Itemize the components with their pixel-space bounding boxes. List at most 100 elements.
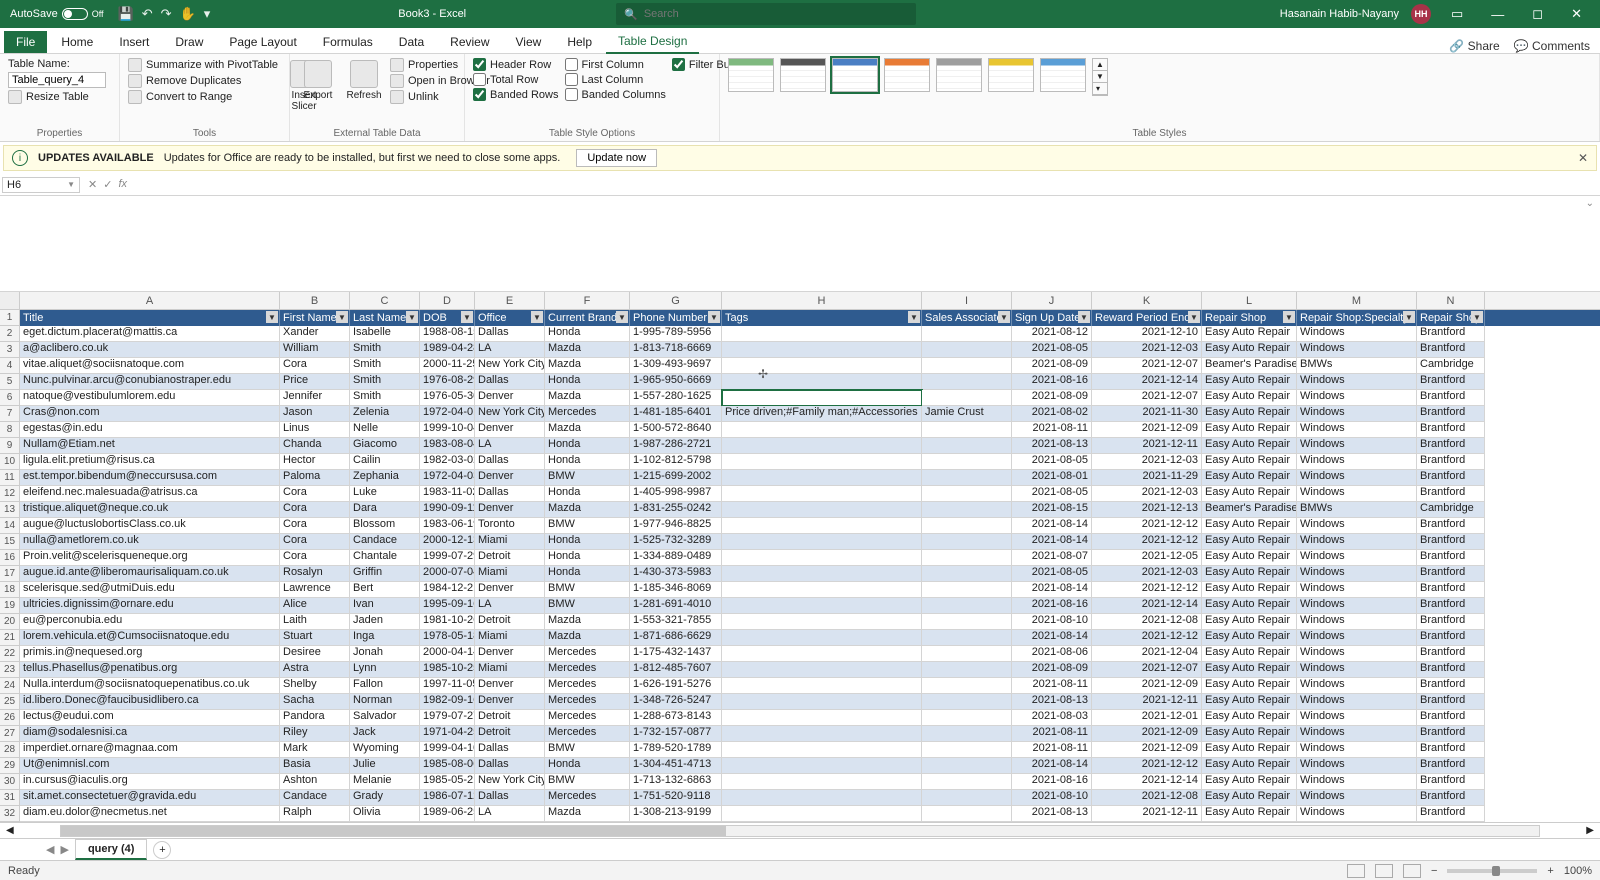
cell[interactable]: 1972-04-01 [420, 406, 475, 422]
cell[interactable]: Denver [475, 470, 545, 486]
cell[interactable]: Windows [1297, 662, 1417, 678]
user-avatar[interactable]: HH [1411, 4, 1431, 24]
cell[interactable]: 1-987-286-2721 [630, 438, 722, 454]
cell[interactable]: Giacomo [350, 438, 420, 454]
cell[interactable]: 2021-08-09 [1012, 662, 1092, 678]
cell[interactable]: ligula.elit.pretium@risus.ca [20, 454, 280, 470]
cell[interactable]: sit.amet.consectetuer@gravida.edu [20, 790, 280, 806]
cell[interactable]: 2021-12-09 [1092, 726, 1202, 742]
cell[interactable] [922, 630, 1012, 646]
cell[interactable] [922, 726, 1012, 742]
table-header-cell[interactable]: Reward Period End▼ [1092, 310, 1202, 326]
header-row-checkbox[interactable]: Header Row [473, 58, 559, 71]
cell[interactable]: Jack [350, 726, 420, 742]
cell[interactable]: augue.id.ante@liberomaurisaliquam.co.uk [20, 566, 280, 582]
cell[interactable]: in.cursus@iaculis.org [20, 774, 280, 790]
table-header-cell[interactable]: First Name▼ [280, 310, 350, 326]
cell[interactable]: 2021-08-14 [1012, 582, 1092, 598]
cell[interactable]: Easy Auto Repair [1202, 406, 1297, 422]
cell[interactable]: Easy Auto Repair [1202, 694, 1297, 710]
cell[interactable] [922, 742, 1012, 758]
cell[interactable]: Brantford [1417, 470, 1485, 486]
cell[interactable] [722, 742, 922, 758]
cell[interactable]: LA [475, 438, 545, 454]
table-style-swatch[interactable] [832, 58, 878, 92]
convert-range-button[interactable]: Convert to Range [128, 90, 278, 104]
cell[interactable]: Easy Auto Repair [1202, 438, 1297, 454]
cell[interactable]: 2021-08-10 [1012, 790, 1092, 806]
cell[interactable]: Cailin [350, 454, 420, 470]
cell[interactable] [922, 342, 1012, 358]
cell[interactable]: LA [475, 598, 545, 614]
cell[interactable]: Toronto [475, 518, 545, 534]
cell[interactable]: BMW [545, 518, 630, 534]
cell[interactable]: Nulla.interdum@sociisnatoquepenatibus.co… [20, 678, 280, 694]
cell[interactable]: 1-185-346-8069 [630, 582, 722, 598]
cell[interactable]: Brantford [1417, 582, 1485, 598]
cell[interactable] [722, 438, 922, 454]
cell[interactable]: Brantford [1417, 406, 1485, 422]
cell[interactable]: Windows [1297, 758, 1417, 774]
filter-dropdown-icon[interactable]: ▼ [998, 311, 1010, 323]
cell[interactable]: vitae.aliquet@sociisnatoque.com [20, 358, 280, 374]
save-icon[interactable]: 💾 [118, 6, 134, 22]
cell[interactable]: Brantford [1417, 694, 1485, 710]
cell[interactable]: 2021-12-12 [1092, 534, 1202, 550]
cell[interactable]: Windows [1297, 598, 1417, 614]
cell[interactable]: Easy Auto Repair [1202, 390, 1297, 406]
cell[interactable]: Zelenia [350, 406, 420, 422]
cell[interactable]: Easy Auto Repair [1202, 742, 1297, 758]
cell[interactable]: Mazda [545, 422, 630, 438]
table-style-swatch[interactable] [936, 58, 982, 92]
cell[interactable]: a@aclibero.co.uk [20, 342, 280, 358]
cell[interactable]: 2021-08-11 [1012, 678, 1092, 694]
cell[interactable]: 2021-12-12 [1092, 758, 1202, 774]
tab-review[interactable]: Review [438, 31, 501, 53]
cell[interactable]: Brantford [1417, 710, 1485, 726]
cell[interactable]: Mazda [545, 502, 630, 518]
cell[interactable]: BMW [545, 582, 630, 598]
banded-rows-checkbox[interactable]: Banded Rows [473, 88, 559, 101]
tab-insert[interactable]: Insert [107, 31, 161, 53]
cell[interactable]: Basia [280, 758, 350, 774]
cell[interactable]: scelerisque.sed@utmiDuis.edu [20, 582, 280, 598]
cell[interactable]: 1990-09-11 [420, 502, 475, 518]
cell[interactable]: Honda [545, 758, 630, 774]
cell[interactable] [922, 710, 1012, 726]
gallery-scroller[interactable]: ▲▼▾ [1092, 58, 1108, 96]
filter-dropdown-icon[interactable]: ▼ [1078, 311, 1090, 323]
cell[interactable]: tristique.aliquet@neque.co.uk [20, 502, 280, 518]
cell[interactable]: 1983-06-19 [420, 518, 475, 534]
cell[interactable]: Mazda [545, 342, 630, 358]
cell[interactable]: Pandora [280, 710, 350, 726]
cell[interactable] [722, 646, 922, 662]
cell[interactable]: Cora [280, 518, 350, 534]
cell[interactable]: 1-308-213-9199 [630, 806, 722, 822]
cell[interactable]: Inga [350, 630, 420, 646]
cell[interactable]: 2000-04-14 [420, 646, 475, 662]
cell[interactable]: Brantford [1417, 566, 1485, 582]
table-style-swatch[interactable] [884, 58, 930, 92]
cell[interactable]: Denver [475, 390, 545, 406]
cell[interactable]: Wyoming [350, 742, 420, 758]
cell[interactable]: Honda [545, 534, 630, 550]
cell[interactable] [722, 374, 922, 390]
filter-dropdown-icon[interactable]: ▼ [708, 311, 720, 323]
cell[interactable]: Laith [280, 614, 350, 630]
cell[interactable]: Mercedes [545, 662, 630, 678]
cell[interactable]: 1-732-157-0877 [630, 726, 722, 742]
filter-dropdown-icon[interactable]: ▼ [1403, 311, 1415, 323]
close-icon[interactable]: ✕ [1563, 6, 1590, 22]
cell[interactable]: 1999-10-04 [420, 422, 475, 438]
export-button[interactable]: Export [298, 58, 338, 103]
cell[interactable]: Dallas [475, 486, 545, 502]
cell[interactable]: Denver [475, 422, 545, 438]
cell[interactable]: 2021-08-05 [1012, 454, 1092, 470]
fx-icon[interactable]: fx [118, 178, 127, 191]
touch-icon[interactable]: ✋ [180, 6, 196, 22]
cell[interactable]: Brantford [1417, 774, 1485, 790]
cell[interactable]: Easy Auto Repair [1202, 470, 1297, 486]
cell[interactable]: Windows [1297, 678, 1417, 694]
cell[interactable]: Zephania [350, 470, 420, 486]
cell[interactable]: 1976-05-30 [420, 390, 475, 406]
